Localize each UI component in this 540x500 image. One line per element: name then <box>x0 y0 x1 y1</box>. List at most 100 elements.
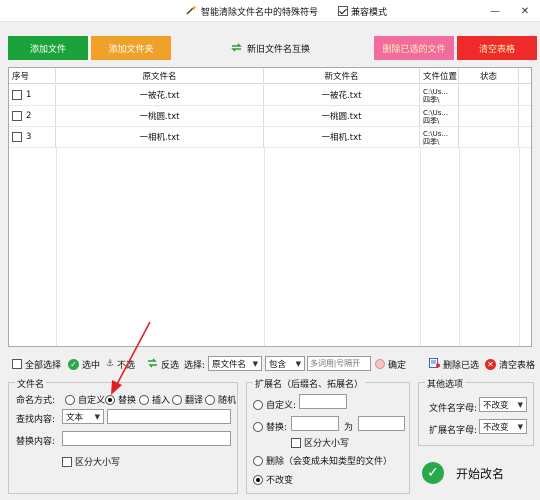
row-number-cell: 3 <box>9 127 56 147</box>
replace-content-label: 替换内容: <box>16 437 56 447</box>
close-icon: ✕ <box>520 5 530 17</box>
mode-radio-translate-dot[interactable] <box>172 394 182 405</box>
table-row[interactable]: 2 一桃圆.txt 一桃圆.txt C:\Us... 四季\ <box>9 106 531 127</box>
ext-radio-keep-dot[interactable] <box>253 474 263 485</box>
header-status[interactable]: 状态 <box>459 68 519 83</box>
ext-radio-replace[interactable]: 替换: <box>253 420 287 433</box>
table-row[interactable]: 3 一相机.txt 一相机.txt C:\Us... 四季\ <box>9 127 531 148</box>
mode-random-label: 随机 <box>218 396 237 406</box>
table-row[interactable]: 1 一被花.txt 一被花.txt C:\Us... 四季\ <box>9 85 531 106</box>
clear-table-small-button[interactable]: ✕ 清空表格 <box>485 357 535 371</box>
row-number-cell: 1 <box>9 85 56 105</box>
mode-radio-translate[interactable]: 翻译 <box>172 393 203 406</box>
match-select[interactable]: 包含 ▼ <box>265 356 305 371</box>
header-location[interactable]: 文件位置 <box>420 68 459 83</box>
filename-case-label: 区分大小写 <box>75 458 121 468</box>
location-cell: C:\Us... 四季\ <box>420 127 459 147</box>
location-text: C:\Us... 四季\ <box>423 88 449 104</box>
clear-table-button[interactable]: 清空表格 <box>457 36 537 60</box>
filename-case-box[interactable] <box>62 456 72 467</box>
status-cell <box>459 127 519 147</box>
confirm-label: 确定 <box>388 360 407 371</box>
ext-replace-from-input[interactable] <box>291 416 339 431</box>
ext-radio-keep[interactable]: 不改变 <box>253 473 293 486</box>
find-content-input[interactable] <box>107 409 231 424</box>
swap-icon <box>230 42 243 55</box>
row-checkbox[interactable] <box>12 132 22 142</box>
mode-radio-custom[interactable]: 自定义 <box>65 393 105 406</box>
column-divider <box>420 148 421 346</box>
ext-replace-to-input[interactable] <box>358 416 405 431</box>
select-all-box[interactable] <box>12 359 22 369</box>
select-middle-button[interactable]: ✓ 选中 <box>68 357 100 371</box>
chevron-down-icon: ▼ <box>295 359 301 368</box>
select-all-label: 全部选择 <box>25 360 62 371</box>
ext-case-box[interactable] <box>291 437 301 448</box>
confirm-icon <box>375 359 385 369</box>
mode-radio-random-dot[interactable] <box>205 394 215 405</box>
clear-x-icon: ✕ <box>485 358 496 370</box>
table-header: 序号 原文件名 新文件名 文件位置 状态 <box>9 68 531 84</box>
select-middle-label: 选中 <box>82 360 101 371</box>
compat-mode-checkbox[interactable]: 兼容模式 <box>338 4 387 18</box>
field-select[interactable]: 原文件名 ▼ <box>208 356 262 371</box>
replace-content-input[interactable] <box>62 431 231 446</box>
filename-case-checkbox[interactable]: 区分大小写 <box>62 455 120 468</box>
ext-custom-input[interactable] <box>299 394 347 409</box>
start-rename-button[interactable]: ✓ 开始改名 <box>417 455 535 491</box>
ext-to-label: 为 <box>344 423 354 433</box>
mode-translate-label: 翻译 <box>185 396 204 406</box>
minimize-button[interactable]: — <box>480 0 510 22</box>
keyword-input[interactable] <box>307 356 371 371</box>
header-number[interactable]: 序号 <box>9 68 56 83</box>
header-original-name[interactable]: 原文件名 <box>56 68 264 83</box>
magic-wand-icon <box>185 4 197 19</box>
delete-selected-label: 删除已选 <box>443 360 480 371</box>
select-all-checkbox[interactable]: 全部选择 <box>12 357 61 371</box>
delete-selected-button[interactable]: 删除已选 <box>429 357 479 371</box>
add-file-button[interactable]: 添加文件 <box>8 36 88 60</box>
column-divider <box>519 148 520 346</box>
ext-radio-replace-dot[interactable] <box>253 421 263 432</box>
delete-selected-files-button[interactable]: 删除已选的文件 <box>374 36 454 60</box>
ext-letter-case-select[interactable]: 不改变 ▼ <box>479 419 527 434</box>
original-name-cell: 一被花.txt <box>56 85 264 105</box>
window-controls: — ✕ <box>480 0 540 22</box>
column-divider <box>459 148 460 346</box>
new-name-cell: 一相机.txt <box>264 127 420 147</box>
ext-case-checkbox[interactable]: 区分大小写 <box>291 436 349 449</box>
ext-letter-case-label: 扩展名字母: <box>429 426 478 436</box>
location-text: C:\Us... 四季\ <box>423 109 449 125</box>
ext-radio-delete[interactable]: 删除（会变成未知类型的文件） <box>253 454 392 467</box>
ext-radio-custom[interactable]: 自定义: <box>253 398 296 411</box>
chevron-down-icon: ▼ <box>252 359 258 368</box>
filename-letter-case-value: 不改变 <box>483 400 509 411</box>
close-button[interactable]: ✕ <box>510 0 540 22</box>
start-rename-label: 开始改名 <box>456 466 505 481</box>
row-checkbox[interactable] <box>12 90 22 100</box>
original-name-cell: 一相机.txt <box>56 127 264 147</box>
mode-radio-random[interactable]: 随机 <box>205 393 236 406</box>
invert-label: 反选 <box>161 360 180 371</box>
field-select-value: 原文件名 <box>212 359 247 370</box>
find-content-label: 查找内容: <box>16 415 56 425</box>
filename-letter-case-select[interactable]: 不改变 ▼ <box>479 397 527 412</box>
window-title-text: 智能清除文件名中的特殊符号 <box>201 7 319 18</box>
new-name-cell: 一被花.txt <box>264 85 420 105</box>
row-checkbox[interactable] <box>12 111 22 121</box>
location-text: C:\Us... 四季\ <box>423 130 449 146</box>
column-divider <box>264 148 265 346</box>
confirm-button[interactable]: 确定 <box>375 357 406 371</box>
header-new-name[interactable]: 新文件名 <box>264 68 420 83</box>
file-table: 序号 原文件名 新文件名 文件位置 状态 1 一被花.txt 一被花.txt C… <box>8 67 532 347</box>
location-cell: C:\Us... 四季\ <box>420 106 459 126</box>
row-number: 2 <box>26 111 32 121</box>
swap-names-button[interactable]: 新旧文件名互换 <box>230 36 310 60</box>
ext-radio-custom-dot[interactable] <box>253 399 263 410</box>
find-type-select[interactable]: 文本 ▼ <box>62 409 104 424</box>
compat-checkbox-box[interactable] <box>338 6 348 16</box>
ext-radio-delete-dot[interactable] <box>253 455 263 466</box>
other-options-title: 其他选项 <box>425 377 466 390</box>
add-folder-button[interactable]: 添加文件夹 <box>91 36 171 60</box>
mode-radio-custom-dot[interactable] <box>65 394 75 405</box>
